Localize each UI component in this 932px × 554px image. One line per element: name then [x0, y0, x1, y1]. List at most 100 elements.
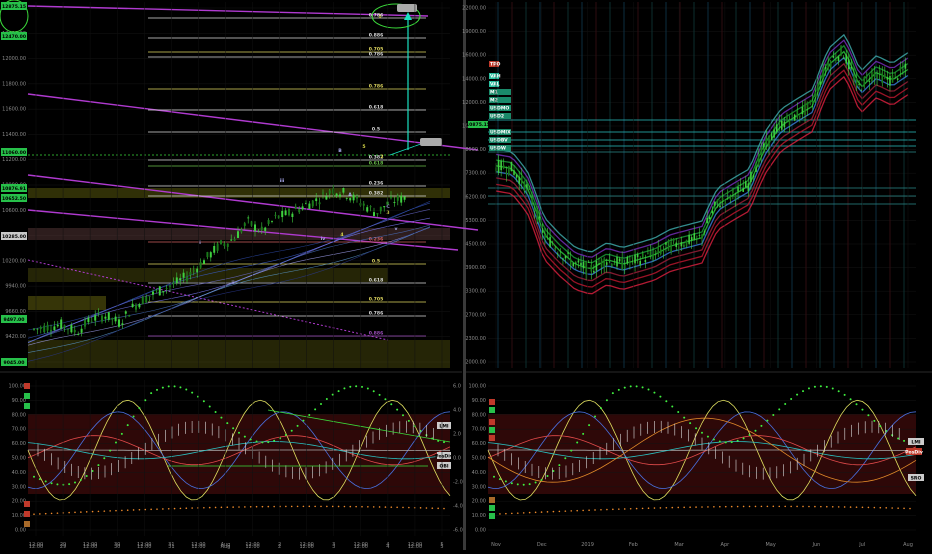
left-osc-y-tick-label: 90.00 — [12, 398, 26, 404]
indicator-tag — [489, 399, 495, 405]
price-candle — [881, 73, 883, 84]
price-candle — [339, 195, 341, 197]
price-candle — [356, 196, 358, 198]
right-dot-series — [529, 483, 531, 485]
indicator-tag — [24, 511, 30, 517]
left-osc-right-tick-label: 4.0 — [453, 408, 461, 414]
price-candle — [879, 69, 881, 74]
price-candle — [812, 101, 814, 104]
left-dot-series — [273, 440, 275, 442]
price-candle — [871, 72, 873, 81]
price-candle — [149, 296, 151, 297]
right-price-x-tick-label: 2019 — [581, 542, 594, 548]
left-lower-dot-series — [408, 507, 410, 509]
price-candle — [213, 246, 215, 253]
left-price-y-tick-label: 11600.00 — [2, 107, 26, 113]
right-dot-series — [879, 425, 881, 427]
left-dot-series — [191, 392, 193, 394]
price-candle — [298, 209, 300, 212]
left-osc-x-tick-label: Aug — [221, 542, 231, 548]
left-lower-dot-series — [109, 510, 111, 512]
right-dot-series — [546, 475, 548, 477]
price-candle — [905, 64, 907, 69]
price-candle — [524, 182, 526, 191]
left-dot-series — [179, 386, 181, 388]
price-candle — [773, 129, 775, 137]
left-dot-series — [144, 399, 146, 401]
right-lower-dot-series — [814, 506, 816, 508]
right-dot-series — [576, 441, 578, 443]
price-candle — [557, 254, 559, 255]
left-dot-series — [338, 390, 340, 392]
right-lower-dot-series — [737, 506, 739, 508]
right-dot-series — [903, 440, 905, 442]
right-lower-dot-series — [826, 506, 828, 508]
indicator-value-tag-label: PosDiv — [905, 450, 923, 456]
price-candle — [513, 170, 515, 175]
price-candle — [675, 243, 677, 247]
side-indicator-tag-label: M1 — [490, 90, 498, 96]
left-osc-y-tick-label: 40.00 — [12, 470, 26, 476]
left-lower-dot-series — [267, 506, 269, 508]
left-lower-dot-series — [133, 509, 135, 511]
price-candle — [611, 264, 613, 266]
price-candle — [322, 193, 324, 194]
left-lower-dot-series — [92, 511, 94, 513]
left-lower-dot-series — [115, 510, 117, 512]
left-osc-x-tick-label: 12:00 — [299, 542, 313, 548]
price-candle — [593, 271, 595, 273]
left-dot-series — [349, 386, 351, 388]
price-candle — [220, 240, 222, 244]
price-candle — [567, 252, 569, 253]
price-candle — [760, 147, 762, 155]
right-price-x-tick-label: Apr — [721, 542, 731, 548]
left-lower-dot-series — [174, 508, 176, 510]
left-lower-dot-series — [349, 506, 351, 508]
moving-average-ribbon — [496, 46, 908, 263]
chart-canvas[interactable]: 12600.0012300.0012000.0011800.0011600.00… — [0, 0, 932, 550]
right-lower-dot-series — [606, 509, 608, 511]
price-candle — [33, 329, 35, 330]
left-osc-x-tick-label: 5 — [440, 542, 443, 548]
right-lower-dot-series — [832, 506, 834, 508]
price-axis-tag-label: 11060.00 — [2, 150, 26, 156]
side-indicator-tag-label: USD2 — [490, 114, 504, 120]
right-lower-dot-series — [719, 506, 721, 508]
price-candle — [518, 177, 520, 184]
left-dot-series — [150, 392, 152, 394]
price-candle — [696, 236, 698, 237]
left-dot-series — [138, 407, 140, 409]
right-lower-dot-series — [594, 509, 596, 511]
fib-level-label: 0.786 — [369, 52, 384, 58]
price-candle — [833, 56, 835, 57]
price-candle — [724, 200, 726, 205]
right-dot-series — [564, 457, 566, 459]
indicator-tag — [489, 419, 495, 425]
price-candle — [570, 259, 572, 266]
price-candle — [866, 76, 868, 77]
price-candle — [804, 103, 806, 114]
price-candle — [650, 251, 652, 256]
right-dot-series — [719, 440, 721, 442]
price-candle — [691, 237, 693, 240]
left-lower-dot-series — [361, 506, 363, 508]
price-candle — [128, 315, 130, 316]
price-candle — [554, 248, 556, 249]
price-candle — [57, 325, 59, 326]
right-price-x-tick-label: Aug — [903, 542, 913, 548]
price-candle — [196, 269, 198, 273]
left-osc-x-tick-label: 12:00 — [354, 542, 368, 548]
right-dot-series — [695, 427, 697, 429]
price-candle — [516, 175, 518, 178]
right-dot-series — [772, 414, 774, 416]
left-osc-x-tick-label: 4 — [386, 542, 389, 548]
right-lower-dot-series — [624, 508, 626, 510]
side-indicator-tag-label: USDMIX — [490, 130, 511, 136]
right-dot-series — [861, 409, 863, 411]
left-lower-dot-series — [185, 507, 187, 509]
side-indicator-tag-label: VAL — [490, 82, 500, 88]
left-price-y-tick-label: 11200.00 — [2, 157, 26, 163]
price-candle — [281, 211, 283, 217]
left-lower-dot-series — [273, 506, 275, 508]
left-dot-series — [396, 409, 398, 411]
